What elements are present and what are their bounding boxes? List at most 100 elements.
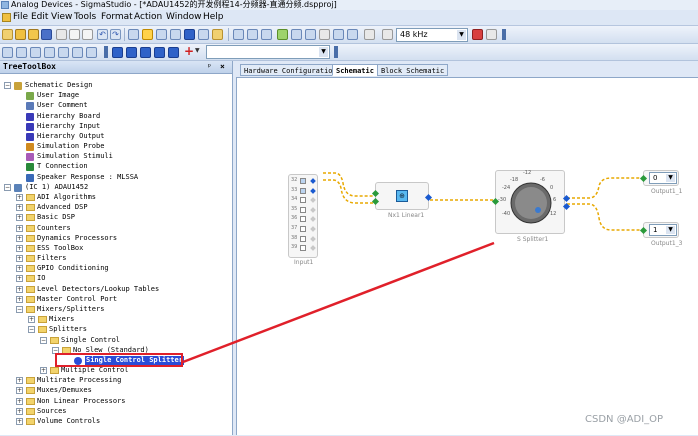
tune-icon[interactable] (347, 29, 358, 40)
link-icon[interactable] (198, 29, 209, 40)
tree-item[interactable]: User Image (37, 91, 79, 100)
align-left-icon[interactable] (2, 47, 13, 58)
tree-item[interactable]: Filters (37, 254, 67, 263)
tree-item[interactable]: Mixers/Splitters (37, 305, 104, 314)
schematic-canvas[interactable]: 32 33 34 35 36 37 38 39 Input1 ⊕ Nx1 Linear1 -1… (236, 77, 698, 435)
new-icon[interactable] (2, 29, 13, 40)
hierarchy-icon[interactable] (184, 29, 195, 40)
menu-view[interactable]: View (51, 12, 72, 22)
align-center-icon[interactable] (16, 47, 27, 58)
wire[interactable] (323, 172, 373, 197)
tree-item[interactable]: Single Control (61, 336, 120, 345)
menu-tools[interactable]: Tools (74, 12, 96, 22)
collapse-icon[interactable]: − (4, 184, 11, 191)
signal-icon[interactable] (333, 29, 344, 40)
add-icon[interactable]: + (184, 44, 194, 58)
tree-item[interactable]: Hierarchy Board (37, 112, 100, 121)
save-icon[interactable] (41, 29, 52, 40)
tree-item[interactable]: Volume Controls (37, 417, 100, 426)
tree-item[interactable]: Multiple Control (61, 366, 128, 375)
bring-front-icon[interactable] (154, 47, 165, 58)
layout-icon[interactable] (170, 29, 181, 40)
tree-item[interactable]: Speaker Response : MLSSA (37, 173, 138, 182)
expand-icon[interactable]: + (16, 418, 23, 425)
expand-icon[interactable]: + (16, 265, 23, 272)
expand-icon[interactable]: + (16, 296, 23, 303)
pointer-icon[interactable] (142, 29, 153, 40)
tree-item[interactable]: Advanced DSP (37, 203, 88, 212)
output-pin-icon[interactable] (310, 197, 316, 204)
paste-icon[interactable] (82, 29, 93, 40)
expand-icon[interactable]: + (28, 316, 35, 323)
menu-action[interactable]: Action (134, 12, 162, 22)
expand-icon[interactable]: + (16, 387, 23, 394)
open-folder-icon[interactable] (28, 29, 39, 40)
tree-item[interactable]: Multirate Processing (37, 376, 121, 385)
tree-item[interactable]: User Comment (37, 101, 88, 110)
expand-icon[interactable]: + (16, 286, 23, 293)
tree-item[interactable]: T Connection (37, 162, 88, 171)
collapse-icon[interactable]: − (4, 82, 11, 89)
sample-rate-select[interactable]: 48 kHz ▼ (396, 28, 468, 42)
tree-item[interactable]: Master Control Port (37, 295, 117, 304)
width-icon[interactable] (126, 47, 137, 58)
expand-icon[interactable]: + (16, 204, 23, 211)
compile-icon[interactable] (212, 29, 223, 40)
copy-icon[interactable] (69, 29, 80, 40)
tree-item[interactable]: Counters (37, 224, 71, 233)
menu-edit[interactable]: Edit (31, 12, 48, 22)
undo-icon[interactable]: ↶ (97, 29, 108, 40)
zoom-icon[interactable] (128, 29, 139, 40)
channel-checkbox[interactable] (300, 235, 306, 242)
send-back-icon[interactable] (168, 47, 179, 58)
tree-item[interactable]: Basic DSP (37, 213, 75, 222)
expand-icon[interactable]: + (16, 214, 23, 221)
link-compile-icon[interactable] (233, 29, 244, 40)
wire-icon[interactable] (305, 29, 316, 40)
tools-icon[interactable] (486, 29, 497, 40)
collapse-icon[interactable]: − (16, 306, 23, 313)
expand-icon[interactable]: + (16, 245, 23, 252)
splitter-block[interactable]: -12 -18 -6 -24 0 -30 6 -40 12 (491, 170, 571, 234)
tab-schematic[interactable]: Schematic (332, 64, 378, 76)
tree-item[interactable]: Level Detectors/Lookup Tables (37, 285, 159, 294)
wire[interactable] (567, 203, 641, 231)
redo-icon[interactable]: ↷ (110, 29, 121, 40)
nx1-linear-block[interactable]: ⊕ (371, 182, 433, 210)
expand-icon[interactable]: + (16, 194, 23, 201)
probe-icon[interactable] (319, 29, 330, 40)
output-pin-icon[interactable] (310, 206, 316, 213)
expand-icon[interactable]: + (40, 367, 47, 374)
samplerate-icon[interactable] (382, 29, 393, 40)
download-icon[interactable] (247, 29, 258, 40)
tree-item[interactable]: ADI Algorithms (37, 193, 96, 202)
tree-item[interactable]: Hierarchy Input (37, 122, 100, 131)
tree-item[interactable]: Sources (37, 407, 67, 416)
channel-checkbox[interactable] (300, 187, 306, 194)
channel-checkbox[interactable] (300, 206, 306, 213)
channel-checkbox[interactable] (300, 216, 306, 223)
expand-icon[interactable]: + (16, 235, 23, 242)
collapse-icon[interactable]: − (28, 326, 35, 333)
size-icon[interactable] (112, 47, 123, 58)
run-icon[interactable] (277, 29, 288, 40)
channel-checkbox[interactable] (300, 178, 306, 184)
app-menu-icon[interactable] (2, 13, 11, 22)
channel-checkbox[interactable] (300, 226, 306, 232)
expand-icon[interactable]: + (16, 398, 23, 405)
output-pin-icon[interactable] (310, 216, 316, 223)
menu-window[interactable]: Window (166, 12, 202, 22)
tree-item[interactable]: Dynamics Processors (37, 234, 117, 243)
expand-icon[interactable]: + (16, 255, 23, 262)
output-block-2[interactable]: 1 ▼ (639, 222, 679, 238)
tree-item[interactable]: Muxes/Demuxes (37, 386, 92, 395)
menu-format[interactable]: Format (101, 12, 133, 22)
output-pin-icon[interactable] (310, 226, 316, 232)
tree-item[interactable]: Mixers (49, 315, 74, 324)
tree-item[interactable]: ESS ToolBox (37, 244, 83, 253)
tree-item[interactable]: Non Linear Processors (37, 397, 126, 406)
channel-checkbox[interactable] (300, 197, 306, 204)
tree-item[interactable]: GPIO Conditioning (37, 264, 109, 273)
network-icon[interactable] (364, 29, 375, 40)
settings-icon[interactable] (472, 29, 483, 40)
